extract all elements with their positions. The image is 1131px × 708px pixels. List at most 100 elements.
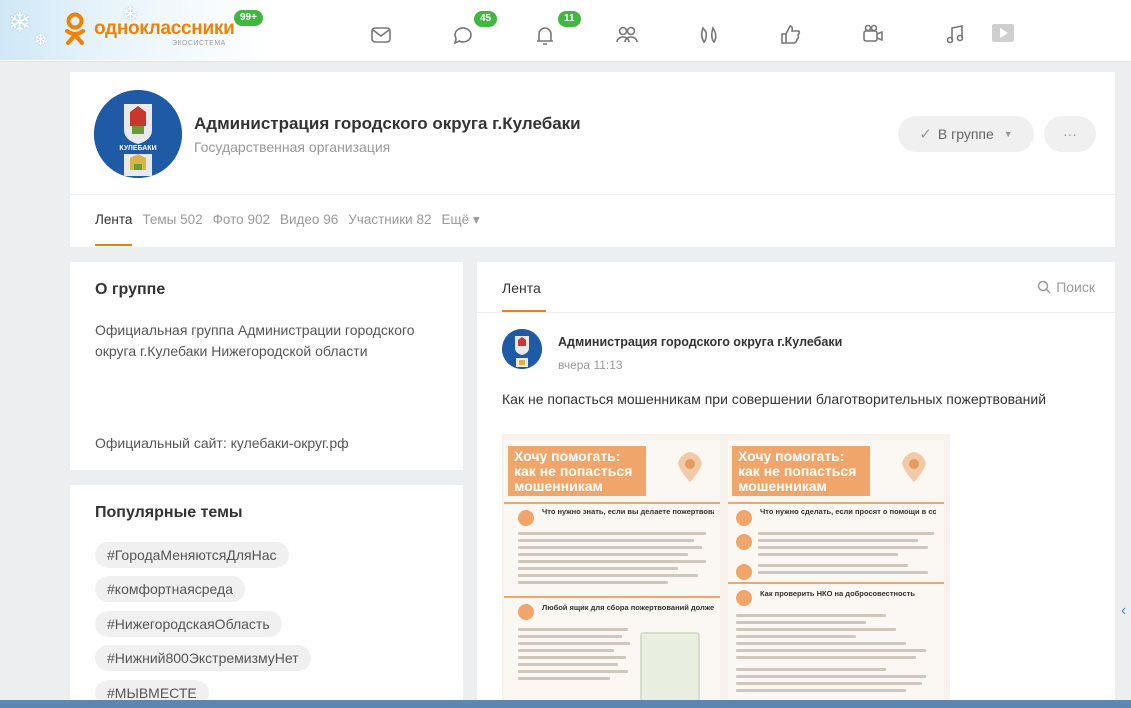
search-label: Поиск	[1056, 279, 1095, 295]
bottom-strip	[0, 700, 1131, 708]
feed-tab[interactable]: Лента	[502, 280, 546, 312]
snowflake-icon: ❄	[34, 32, 48, 49]
poster-bullet-icon	[736, 534, 752, 550]
topic-tag[interactable]: #ГородаМеняютсяДляНас	[95, 542, 289, 568]
in-group-button[interactable]: ✓ В группе ▼	[898, 116, 1034, 152]
feed-divider	[477, 312, 1115, 313]
group-header: КУЛЕБАКИ Администрация городского округа…	[70, 72, 1115, 247]
video-icon[interactable]	[860, 22, 886, 48]
group-avatar[interactable]: КУЛЕБАКИ	[94, 90, 182, 178]
about-site: Официальный сайт: кулебаки-округ.рф	[95, 435, 349, 451]
poster-text-line	[758, 532, 934, 535]
poster-text-line	[518, 532, 706, 535]
discussions-icon[interactable]	[450, 22, 476, 48]
poster-text-line	[736, 635, 856, 638]
post-time[interactable]: вчера 11:13	[558, 358, 623, 372]
tab-feed[interactable]: Лента	[95, 212, 133, 246]
poster-title: Хочу помогать: как не попасться мошенник…	[732, 446, 870, 496]
poster-text-line	[518, 670, 628, 673]
header-divider	[70, 194, 1115, 195]
poster-text-line	[518, 581, 668, 584]
donation-box-icon	[640, 632, 700, 702]
tab-label: Темы	[142, 212, 177, 227]
topic-tag[interactable]: #комфортнаясреда	[95, 576, 245, 602]
tab-members[interactable]: Участники 82	[348, 212, 431, 228]
tab-label: Фото	[212, 212, 244, 227]
topic-tag[interactable]: #НижегородскаяОбласть	[95, 611, 282, 637]
poster-text-line	[518, 553, 688, 556]
top-bar: ❄ ❄ ❄ одноклассники ЭКОСИСТЕМА 99+ 45 11	[0, 0, 1131, 62]
site-prefix: Официальный сайт:	[95, 435, 227, 451]
poster-text-line	[736, 668, 886, 671]
poster-text-line	[758, 546, 928, 549]
notifications-badge: 11	[556, 9, 583, 29]
poster-text-line	[518, 574, 698, 577]
coat-of-arms-icon	[502, 329, 542, 369]
likes-icon[interactable]	[778, 22, 804, 48]
poster-bullet-icon	[736, 564, 752, 580]
tab-label: Лента	[95, 212, 133, 227]
poster-text-line	[518, 663, 618, 666]
notifications-icon[interactable]	[532, 22, 558, 48]
poster-title: Хочу помогать: как не попасться мошенник…	[508, 446, 646, 496]
poster-text-line	[518, 649, 614, 652]
feed-card: Лента Поиск Администрация городского окр…	[477, 262, 1115, 708]
post-image[interactable]: Хочу помогать: как не попасться мошенник…	[502, 434, 950, 708]
post-text: Как не попасться мошенникам при совершен…	[502, 391, 1047, 407]
tab-count: 82	[416, 212, 432, 227]
tab-topics[interactable]: Темы 502	[142, 212, 202, 228]
tab-label: Видео	[279, 212, 320, 227]
play-icon[interactable]	[990, 20, 1016, 46]
poster-text-line	[736, 675, 926, 678]
poster-text-line	[518, 635, 622, 638]
logo-area[interactable]: ❄ ❄ ❄ одноклассники ЭКОСИСТЕМА	[0, 0, 270, 60]
snowflake-icon: ❄	[8, 7, 32, 38]
poster-right: Хочу помогать: как не попасться мошенник…	[728, 440, 944, 708]
emblem-icon	[902, 452, 926, 482]
tab-photos[interactable]: Фото 902	[213, 212, 270, 228]
poster-text-line	[736, 682, 922, 685]
poster-text-line	[736, 621, 866, 624]
tab-count: 96	[323, 212, 339, 227]
poster-text-line	[518, 677, 610, 680]
mail-icon[interactable]	[368, 22, 394, 48]
post-author[interactable]: Администрация городского округа г.Кулеба…	[558, 335, 842, 349]
about-description: Официальная группа Администрации городск…	[95, 322, 415, 359]
friends-icon[interactable]	[614, 22, 640, 48]
poster-text-line	[518, 642, 630, 645]
poster-text-line	[518, 628, 628, 631]
tab-more[interactable]: Ещё ▾	[442, 212, 480, 228]
poster-text-line	[518, 567, 678, 570]
ok-logo-icon	[65, 12, 85, 45]
tab-label: Ещё ▾	[441, 212, 480, 227]
poster-text-line	[736, 689, 906, 692]
popular-topics-title: Популярные темы	[95, 504, 243, 521]
poster-text-line	[518, 546, 702, 549]
in-group-label: В группе	[937, 126, 994, 142]
poster-text-line	[518, 539, 694, 542]
poster-section: Как проверить НКО на добросовестность	[760, 589, 915, 598]
site-link[interactable]: кулебаки-округ.рф	[231, 435, 349, 451]
avatar-label: КУЛЕБАКИ	[119, 145, 157, 152]
post-author-avatar[interactable]	[502, 329, 542, 369]
guests-icon[interactable]	[696, 22, 722, 48]
poster-section: Что нужно знать, если вы делаете пожертв…	[542, 507, 714, 516]
group-category: Государственная организация	[194, 139, 391, 155]
poster-text-line	[736, 628, 896, 631]
chevron-down-icon: ▼	[1003, 129, 1013, 139]
music-icon[interactable]	[942, 22, 968, 48]
feed-search[interactable]: Поиск	[1037, 279, 1095, 295]
discussions-badge: 45	[472, 9, 500, 29]
poster-section: Что нужно сделать, если просят о помощи …	[760, 507, 936, 516]
popular-topics-card: Популярные темы #ГородаМеняютсяДляНас #к…	[70, 485, 463, 708]
topic-tag[interactable]: #Нижний800ЭкстремизмуНет	[95, 645, 311, 671]
chevron-left-icon[interactable]: ‹	[1121, 602, 1126, 620]
search-icon	[1037, 280, 1051, 294]
tab-videos[interactable]: Видео 96	[280, 212, 338, 228]
poster-text-line	[736, 649, 926, 652]
about-title: О группе	[95, 281, 166, 298]
poster-divider	[504, 596, 720, 598]
more-options-button[interactable]: ···	[1044, 116, 1096, 152]
poster-text-line	[758, 571, 928, 574]
tab-count: 502	[180, 212, 203, 227]
